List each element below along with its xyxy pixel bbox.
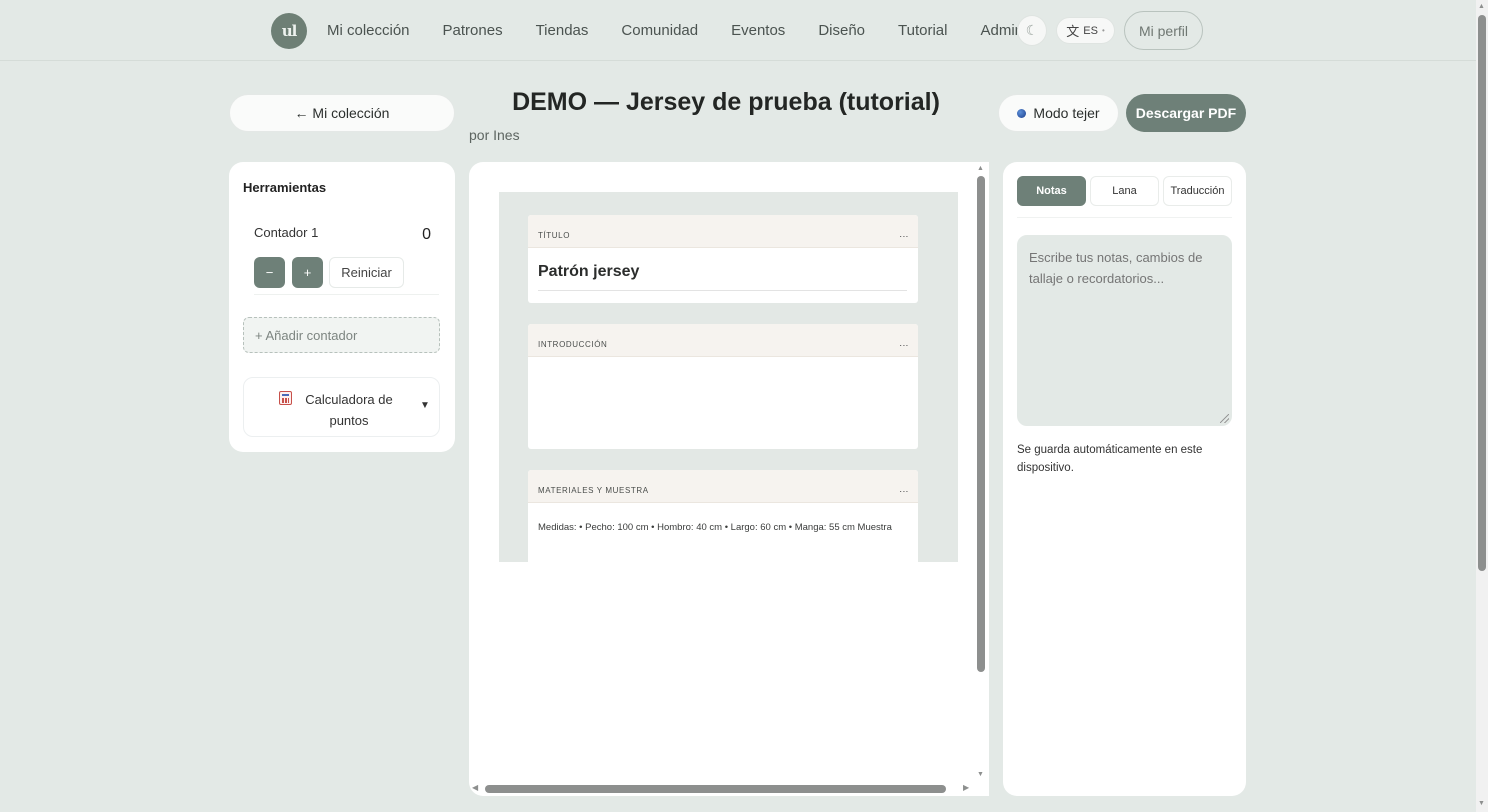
profile-button[interactable]: Mi perfil: [1124, 11, 1203, 50]
tools-panel: Herramientas Contador 1 0 − + Reiniciar …: [229, 162, 455, 452]
notes-tabs: Notas Lana Traducción: [1017, 176, 1232, 206]
viewer-horizontal-scroll-thumb[interactable]: [485, 785, 946, 793]
divider: [538, 290, 907, 291]
nav-link-patrones[interactable]: Patrones: [443, 22, 503, 39]
divider: [1017, 217, 1232, 218]
knit-mode-button[interactable]: Modo tejer: [998, 94, 1119, 132]
section-materials[interactable]: Materiales y muestra ⋮ Medidas: • Pecho:…: [528, 470, 918, 570]
materials-text[interactable]: Medidas: • Pecho: 100 cm • Hombro: 40 cm…: [538, 522, 910, 533]
page-title: DEMO — Jersey de prueba (tutorial): [512, 88, 940, 116]
nav-link-coleccion[interactable]: Mi colección: [327, 22, 410, 39]
theme-toggle-button[interactable]: ☾: [1017, 15, 1047, 46]
nav-link-comunidad[interactable]: Comunidad: [621, 22, 698, 39]
more-options-icon[interactable]: ⋮: [899, 487, 909, 497]
nav-link-eventos[interactable]: Eventos: [731, 22, 785, 39]
caret-down-icon: ▼: [420, 400, 430, 411]
language-selector[interactable]: 文 ES •: [1056, 17, 1115, 44]
counter-value: 0: [422, 226, 431, 243]
divider: [254, 294, 439, 295]
tab-lana[interactable]: Lana: [1090, 176, 1159, 206]
pattern-page: Título ⋮ Patrón jersey Introducción ⋮ Ma…: [499, 192, 958, 570]
nav-link-tutorial[interactable]: Tutorial: [898, 22, 947, 39]
viewer-vertical-scroll-thumb[interactable]: [977, 176, 985, 672]
top-nav: ul Mi colección Patrones Tiendas Comunid…: [0, 0, 1476, 61]
scroll-down-arrow-icon[interactable]: ▼: [1478, 800, 1485, 807]
section-label: Introducción: [538, 340, 608, 349]
section-label: Título: [538, 231, 571, 240]
counter-increment-button[interactable]: +: [292, 257, 323, 288]
pattern-title-text[interactable]: Patrón jersey: [538, 263, 639, 281]
scroll-up-arrow-icon[interactable]: ▲: [1478, 3, 1485, 10]
knit-mode-label: Modo tejer: [1033, 105, 1100, 121]
nav-links: Mi colección Patrones Tiendas Comunidad …: [327, 22, 1056, 39]
abacus-icon: [279, 391, 292, 405]
scroll-right-arrow-icon[interactable]: ▶: [963, 783, 969, 792]
scroll-up-arrow-icon[interactable]: ▲: [977, 165, 984, 172]
download-pdf-button[interactable]: Descargar PDF: [1126, 94, 1246, 132]
section-header: Título ⋮: [528, 215, 918, 248]
back-to-collection-button[interactable]: ← Mi colección: [229, 94, 455, 132]
stitch-calculator-toggle[interactable]: Calculadora de puntos ▼: [243, 377, 440, 437]
tab-notas[interactable]: Notas: [1017, 176, 1086, 206]
more-options-icon[interactable]: ⋮: [899, 232, 909, 242]
nav-link-diseno[interactable]: Diseño: [818, 22, 865, 39]
page-scroll-thumb[interactable]: [1478, 15, 1486, 571]
pattern-viewer[interactable]: Título ⋮ Patrón jersey Introducción ⋮ Ma…: [469, 162, 989, 796]
tab-traduccion[interactable]: Traducción: [1163, 176, 1232, 206]
stitch-calculator-label: Calculadora de puntos: [305, 392, 393, 428]
section-label: Materiales y muestra: [538, 486, 649, 495]
add-counter-button[interactable]: + Añadir contador: [243, 317, 440, 353]
tools-title: Herramientas: [243, 180, 327, 195]
scroll-down-arrow-icon[interactable]: ▼: [977, 771, 984, 778]
yarn-ball-icon: [1017, 108, 1027, 118]
counter-name: Contador 1: [254, 225, 319, 240]
section-title[interactable]: Título ⋮ Patrón jersey: [528, 215, 918, 303]
nav-link-tiendas[interactable]: Tiendas: [536, 22, 589, 39]
scroll-left-arrow-icon[interactable]: ◀: [472, 783, 478, 792]
section-header: Materiales y muestra ⋮: [528, 470, 918, 503]
language-code: ES: [1083, 24, 1098, 37]
page-author: por Ines: [469, 127, 520, 143]
translate-icon: 文: [1066, 24, 1080, 39]
more-options-icon[interactable]: ⋮: [899, 341, 909, 351]
notes-textarea[interactable]: [1017, 235, 1232, 426]
section-introduction[interactable]: Introducción ⋮: [528, 324, 918, 449]
notes-panel: Notas Lana Traducción Se guarda automáti…: [1003, 162, 1246, 796]
moon-icon: ☾: [1025, 22, 1039, 38]
resize-handle-icon[interactable]: [1220, 414, 1229, 423]
logo[interactable]: ul: [271, 13, 307, 49]
counter-reset-button[interactable]: Reiniciar: [329, 257, 404, 288]
chevron-down-icon: •: [1101, 26, 1105, 35]
autosave-hint: Se guarda automáticamente en este dispos…: [1017, 444, 1203, 474]
counter-decrement-button[interactable]: −: [254, 257, 285, 288]
section-header: Introducción ⋮: [528, 324, 918, 357]
